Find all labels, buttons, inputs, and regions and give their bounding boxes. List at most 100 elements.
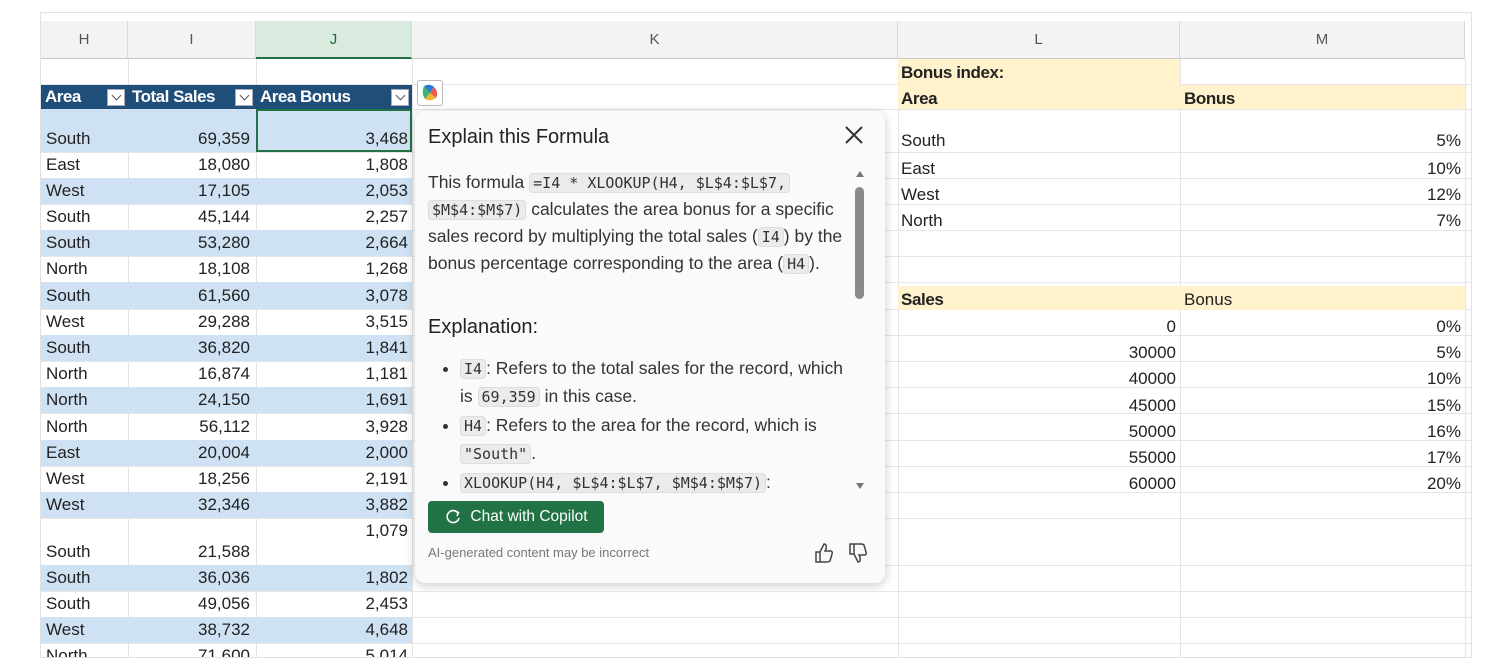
table-row[interactable]: West 38,732 4,648 (41, 617, 412, 643)
cell-total-sales[interactable]: 49,056 (129, 591, 250, 617)
cell-area[interactable]: East (46, 440, 80, 466)
table-row[interactable]: East 18,080 1,808 (41, 152, 412, 178)
tier-bonus[interactable]: 15% (1180, 396, 1461, 416)
cell-area[interactable]: South (46, 335, 90, 361)
table-row[interactable]: North 18,108 1,268 (41, 256, 412, 282)
cell-area[interactable]: West (46, 492, 84, 518)
cell-area-bonus[interactable]: 2,664 (259, 230, 408, 256)
cell-area-bonus[interactable]: 2,453 (259, 591, 408, 617)
cell-total-sales[interactable]: 53,280 (129, 230, 250, 256)
cell-area-bonus[interactable]: 1,802 (259, 565, 408, 591)
chat-with-copilot-button[interactable]: Chat with Copilot (428, 501, 604, 533)
cell-total-sales[interactable]: 20,004 (129, 440, 250, 466)
cell-area-bonus[interactable]: 1,841 (259, 335, 408, 361)
lookup-area[interactable]: South (901, 131, 945, 151)
table-row[interactable]: South 36,036 1,802 (41, 565, 412, 591)
cell-total-sales[interactable]: 16,874 (129, 361, 250, 387)
lookup-area[interactable]: West (901, 185, 939, 205)
tier-bonus[interactable]: 5% (1180, 343, 1461, 363)
column-header-h[interactable]: H (41, 21, 128, 59)
table-row[interactable]: South 36,820 1,841 (41, 335, 412, 361)
lookup-bonus[interactable]: 12% (1180, 185, 1461, 205)
active-cell-selection[interactable] (256, 109, 412, 152)
cell-total-sales[interactable]: 18,108 (129, 256, 250, 282)
cell-total-sales[interactable]: 61,560 (129, 282, 250, 309)
cell-total-sales[interactable]: 36,820 (129, 335, 250, 361)
cell-area-bonus[interactable]: 5,014 (259, 643, 408, 657)
scrollbar-thumb[interactable] (855, 187, 864, 299)
table-row[interactable]: North 24,150 1,691 (41, 387, 412, 413)
cell-area[interactable]: North (46, 413, 88, 440)
table-header-area-bonus[interactable]: Area Bonus (256, 85, 412, 109)
cell-area[interactable]: South (46, 109, 90, 152)
scroll-up-arrow-icon[interactable] (856, 171, 864, 177)
table-row[interactable]: West 18,256 2,191 (41, 466, 412, 492)
cell-area-bonus[interactable]: 4,648 (259, 617, 408, 643)
cell-total-sales[interactable]: 36,036 (129, 565, 250, 591)
column-header-j[interactable]: J (256, 21, 412, 59)
bonus-index-area-header[interactable]: Area (901, 89, 938, 109)
close-icon[interactable] (843, 124, 865, 146)
lookup-bonus[interactable]: 5% (1180, 131, 1461, 151)
tier-bonus[interactable]: 10% (1180, 369, 1461, 389)
table-row[interactable]: East 20,004 2,000 (41, 440, 412, 466)
cell-total-sales[interactable]: 29,288 (129, 309, 250, 335)
table-row[interactable]: South 49,056 2,453 (41, 591, 412, 617)
cell-area-bonus[interactable]: 1,181 (259, 361, 408, 387)
cell-area-bonus[interactable]: 3,928 (259, 413, 408, 440)
cell-area-bonus[interactable]: 1,079 (259, 518, 408, 565)
thumbs-up-icon[interactable] (813, 541, 835, 565)
cell-area[interactable]: East (46, 152, 80, 178)
cell-area[interactable]: North (46, 387, 88, 413)
tier-bonus[interactable]: 0% (1180, 317, 1461, 337)
cell-area[interactable]: North (46, 361, 88, 387)
tier-sales[interactable]: 60000 (898, 474, 1176, 494)
sales-tier-bonus-header[interactable]: Bonus (1184, 290, 1232, 310)
filter-dropdown-area-bonus[interactable] (391, 89, 409, 106)
column-header-m[interactable]: M (1180, 21, 1465, 59)
cell-area[interactable]: South (46, 591, 90, 617)
cell-area[interactable]: South (46, 565, 90, 591)
cell-area-bonus[interactable]: 2,053 (259, 178, 408, 204)
cell-total-sales[interactable]: 38,732 (129, 617, 250, 643)
table-row[interactable]: West 17,105 2,053 (41, 178, 412, 204)
cell-area[interactable]: West (46, 309, 84, 335)
lookup-bonus[interactable]: 10% (1180, 159, 1461, 179)
table-row[interactable]: South 21,588 1,079 (41, 518, 412, 565)
cell-total-sales[interactable]: 56,112 (129, 413, 250, 440)
tier-sales[interactable]: 30000 (898, 343, 1176, 363)
cell-area-bonus[interactable]: 3,882 (259, 492, 408, 518)
cell-area[interactable]: North (46, 256, 88, 282)
cell-area[interactable]: South (46, 230, 90, 256)
table-row[interactable]: North 71,600 5,014 (41, 643, 412, 657)
cell-area-bonus[interactable]: 1,691 (259, 387, 408, 413)
cell-area-bonus[interactable]: 2,191 (259, 466, 408, 492)
cell-area-bonus[interactable]: 2,257 (259, 204, 408, 230)
explain-formula-panel[interactable]: Explain this Formula This formula =I4 * … (415, 111, 885, 583)
cell-total-sales[interactable]: 18,256 (129, 466, 250, 492)
table-row[interactable]: West 32,346 3,882 (41, 492, 412, 518)
scroll-down-arrow-icon[interactable] (856, 483, 864, 489)
cell-area-bonus[interactable]: 3,515 (259, 309, 408, 335)
tier-sales[interactable]: 50000 (898, 422, 1176, 442)
cell-area-bonus[interactable]: 1,808 (259, 152, 408, 178)
cell-total-sales[interactable]: 69,359 (129, 109, 250, 152)
tier-sales[interactable]: 40000 (898, 369, 1176, 389)
cell-area[interactable]: West (46, 178, 84, 204)
copilot-icon[interactable] (417, 80, 443, 106)
bonus-index-title[interactable]: Bonus index: (901, 63, 1004, 83)
column-header-i[interactable]: I (128, 21, 256, 59)
cell-total-sales[interactable]: 32,346 (129, 492, 250, 518)
cell-area[interactable]: North (46, 643, 88, 657)
panel-scrollbar[interactable] (855, 171, 865, 489)
table-row[interactable]: South 45,144 2,257 (41, 204, 412, 230)
tier-sales[interactable]: 0 (898, 317, 1176, 337)
table-row[interactable]: West 29,288 3,515 (41, 309, 412, 335)
tier-bonus[interactable]: 20% (1180, 474, 1461, 494)
column-header-l[interactable]: L (898, 21, 1180, 59)
cell-area-bonus[interactable]: 1,268 (259, 256, 408, 282)
sales-tier-sales-header[interactable]: Sales (901, 290, 944, 310)
cell-area-bonus[interactable]: 3,078 (259, 282, 408, 309)
table-row[interactable]: South 53,280 2,664 (41, 230, 412, 256)
tier-bonus[interactable]: 17% (1180, 448, 1461, 468)
